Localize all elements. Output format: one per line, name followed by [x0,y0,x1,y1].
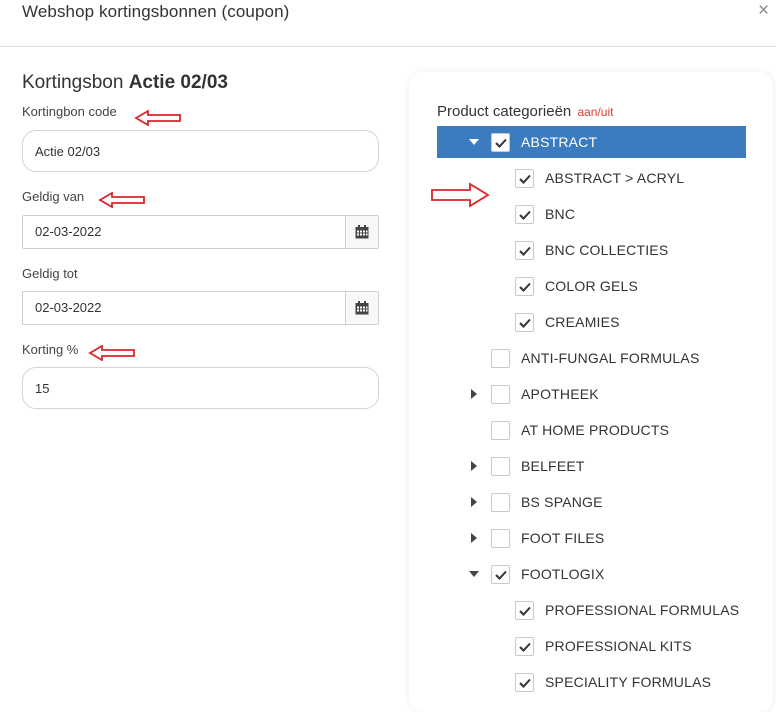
category-row[interactable]: AT HOME PRODUCTS [437,414,746,446]
category-label: ANTI-FUNGAL FORMULAS [521,350,700,366]
calendar-icon[interactable] [345,292,378,324]
discount-label: Korting % [22,342,79,357]
checkbox-unchecked[interactable] [491,349,510,368]
checkmark-icon [518,210,531,220]
categories-title-text: Product categorieën [437,103,572,120]
checkmark-icon [494,570,507,580]
checkmark-icon [518,642,531,652]
category-label: BNC COLLECTIES [545,242,669,258]
valid-to-label: Geldig tot [22,266,78,281]
category-label: BS SPANGE [521,494,603,510]
category-label: BNC [545,206,576,222]
category-row[interactable]: PROFESSIONAL FORMULAS [437,594,746,626]
checkbox-unchecked[interactable] [491,493,510,512]
caret-right-icon[interactable] [468,486,480,518]
caret-down-icon[interactable] [468,558,480,590]
caret-down-icon[interactable] [468,126,480,158]
category-label: COLOR GELS [545,278,639,294]
checkbox-checked[interactable] [491,133,510,152]
category-row[interactable]: ABSTRACT > ACRYL [437,162,746,194]
categories-toggle-link[interactable]: aan/uit [577,105,613,119]
category-label: ABSTRACT [521,134,598,150]
caret-right-icon[interactable] [468,378,480,410]
checkbox-checked[interactable] [515,241,534,260]
category-row[interactable]: APOTHEEK [437,378,746,410]
coupon-code-input[interactable]: Actie 02/03 [22,130,379,172]
category-label: SPECIALITY FORMULAS [545,674,712,690]
category-row[interactable]: BS SPANGE [437,486,746,518]
checkmark-icon [518,678,531,688]
category-label: BELFEET [521,458,585,474]
red-arrow-annotation [88,345,135,361]
category-label: FOOT FILES [521,530,605,546]
checkbox-unchecked[interactable] [491,529,510,548]
category-row[interactable]: PROFESSIONAL KITS [437,630,746,662]
category-label: CREAMIES [545,314,620,330]
checkbox-checked[interactable] [515,169,534,188]
caret-right-icon[interactable] [468,522,480,554]
valid-from-label: Geldig van [22,189,85,204]
category-label: APOTHEEK [521,386,599,402]
category-label: PROFESSIONAL FORMULAS [545,602,740,618]
modal-title: Webshop kortingsbonnen (coupon) [22,2,290,21]
checkbox-unchecked[interactable] [491,457,510,476]
category-label: AT HOME PRODUCTS [521,422,670,438]
valid-from-value: 02-03-2022 [35,224,102,239]
checkbox-checked[interactable] [515,637,534,656]
checkbox-checked[interactable] [515,277,534,296]
category-row[interactable]: SPECIALITY FORMULAS [437,666,746,698]
category-row[interactable]: BNC COLLECTIES [437,234,746,266]
category-row[interactable]: ABSTRACT [437,126,746,158]
red-arrow-annotation [98,192,145,208]
checkbox-checked[interactable] [491,565,510,584]
category-row[interactable]: CREAMIES [437,306,746,338]
discount-value: 15 [35,380,50,396]
category-row[interactable]: COLOR GELS [437,270,746,302]
calendar-icon[interactable] [345,216,378,248]
category-row[interactable]: FOOT FILES [437,522,746,554]
close-icon[interactable]: × [758,0,769,22]
checkbox-checked[interactable] [515,313,534,332]
categories-title: Product categorieën aan/uit [437,103,613,120]
checkmark-icon [518,318,531,328]
category-row[interactable]: BNC [437,198,746,230]
category-row[interactable]: FOOTLOGIX [437,558,746,590]
category-label: ABSTRACT > ACRYL [545,170,685,186]
category-label: PROFESSIONAL KITS [545,638,692,654]
checkmark-icon [518,246,531,256]
checkmark-icon [518,174,531,184]
coupon-heading-name: Actie 02/03 [128,72,228,93]
category-label: FOOTLOGIX [521,566,605,582]
checkbox-unchecked[interactable] [491,421,510,440]
category-row[interactable]: BELFEET [437,450,746,482]
discount-input[interactable]: 15 [22,367,379,409]
red-arrow-annotation [134,110,181,126]
coupon-heading: Kortingsbon Actie 02/03 [22,72,228,94]
checkbox-checked[interactable] [515,673,534,692]
caret-right-icon[interactable] [468,450,480,482]
category-row[interactable]: ANTI-FUNGAL FORMULAS [437,342,746,374]
code-label: Kortingbon code [22,104,117,119]
checkmark-icon [518,282,531,292]
coupon-code-value: Actie 02/03 [35,143,101,159]
checkbox-checked[interactable] [515,601,534,620]
checkbox-checked[interactable] [515,205,534,224]
modal-header: Webshop kortingsbonnen (coupon) × [0,0,776,47]
valid-to-input[interactable]: 02-03-2022 [22,291,379,325]
valid-from-input[interactable]: 02-03-2022 [22,215,379,249]
checkmark-icon [518,606,531,616]
checkmark-icon [494,138,507,148]
valid-to-value: 02-03-2022 [35,300,102,315]
coupon-heading-prefix: Kortingsbon [22,72,124,93]
checkbox-unchecked[interactable] [491,385,510,404]
